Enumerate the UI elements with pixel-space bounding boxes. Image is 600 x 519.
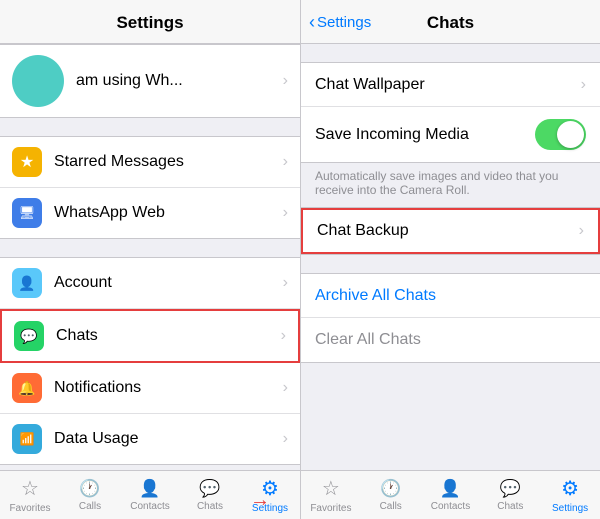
left-title: Settings bbox=[116, 13, 183, 33]
profile-info: am using Wh... bbox=[76, 72, 283, 90]
chat-backup-section: Chat Backup › bbox=[301, 207, 600, 255]
save-media-label: Save Incoming Media bbox=[315, 126, 535, 144]
chats-chevron: › bbox=[281, 327, 286, 345]
settings-group-2: 👤 Account › 💬 Chats › 🔔 Notifications › … bbox=[0, 257, 300, 465]
favorites-label: Favorites bbox=[9, 503, 50, 514]
chats-item[interactable]: 💬 Chats › bbox=[0, 309, 300, 363]
left-tab-bar: ☆ Favorites 🕐 Calls 👤 Contacts 💬 Chats →… bbox=[0, 470, 300, 519]
right-content: Chat Wallpaper › Save Incoming Media Aut… bbox=[301, 44, 600, 470]
data-usage-label: Data Usage bbox=[54, 430, 283, 448]
back-button[interactable]: ‹ Settings bbox=[309, 12, 371, 33]
contacts-icon: 👤 bbox=[139, 479, 160, 499]
whatsapp-web-label: WhatsApp Web bbox=[54, 204, 283, 222]
left-panel: Settings am using Wh... › ★ Starred Mess… bbox=[0, 0, 300, 519]
back-chevron-icon: ‹ bbox=[309, 12, 315, 33]
chat-backup-item[interactable]: Chat Backup › bbox=[301, 208, 600, 254]
clear-all-label: Clear All Chats bbox=[315, 331, 586, 349]
chat-wallpaper-chevron: › bbox=[581, 76, 586, 94]
calls-icon-r: 🕐 bbox=[380, 479, 401, 499]
settings-group-1: ★ Starred Messages › 🖥 WhatsApp Web › bbox=[0, 136, 300, 239]
settings-label-r: Settings bbox=[552, 503, 588, 514]
tab-favorites-left[interactable]: ☆ Favorites bbox=[0, 476, 60, 514]
save-media-toggle[interactable] bbox=[535, 119, 586, 150]
chat-backup-label: Chat Backup bbox=[317, 222, 579, 240]
favorites-label-r: Favorites bbox=[310, 503, 351, 514]
archive-all-item[interactable]: Archive All Chats bbox=[301, 274, 600, 318]
right-group-3: Archive All Chats Clear All Chats bbox=[301, 273, 600, 363]
chats-label: Chats bbox=[56, 327, 281, 345]
calls-icon: 🕐 bbox=[79, 479, 100, 499]
chats-tab-label: Chats bbox=[197, 501, 223, 512]
toggle-knob bbox=[557, 121, 584, 148]
notifications-label: Notifications bbox=[54, 379, 283, 397]
data-usage-chevron: › bbox=[283, 430, 288, 448]
settings-icon-r: ⚙ bbox=[561, 476, 579, 501]
tab-chats-right[interactable]: 💬 Chats bbox=[480, 479, 540, 512]
tab-chats-left[interactable]: 💬 Chats → bbox=[180, 479, 240, 512]
right-tab-bar: ☆ Favorites 🕐 Calls 👤 Contacts 💬 Chats ⚙… bbox=[301, 470, 600, 519]
favorites-icon: ☆ bbox=[21, 476, 39, 501]
account-label: Account bbox=[54, 274, 283, 292]
back-label: Settings bbox=[317, 14, 371, 31]
chats-icon: 💬 bbox=[14, 321, 44, 351]
archive-all-label: Archive All Chats bbox=[315, 287, 586, 305]
chats-tab-icon-r: 💬 bbox=[500, 479, 521, 499]
tab-settings-left[interactable]: ⚙ Settings bbox=[240, 476, 300, 514]
whatsapp-web-item[interactable]: 🖥 WhatsApp Web › bbox=[0, 188, 300, 238]
tab-contacts-right[interactable]: 👤 Contacts bbox=[421, 479, 481, 512]
whatsapp-web-icon: 🖥 bbox=[12, 198, 42, 228]
tab-favorites-right[interactable]: ☆ Favorites bbox=[301, 476, 361, 514]
right-group-2: Chat Backup › bbox=[301, 207, 600, 255]
notifications-icon: 🔔 bbox=[12, 373, 42, 403]
tab-calls-left[interactable]: 🕐 Calls bbox=[60, 479, 120, 512]
settings-list: am using Wh... › ★ Starred Messages › 🖥 … bbox=[0, 44, 300, 470]
clear-all-item[interactable]: Clear All Chats bbox=[301, 318, 600, 362]
right-section-3: Archive All Chats Clear All Chats bbox=[301, 273, 600, 363]
account-item[interactable]: 👤 Account › bbox=[0, 258, 300, 309]
account-chevron: › bbox=[283, 274, 288, 292]
right-header: ‹ Settings Chats bbox=[301, 0, 600, 44]
favorites-icon-r: ☆ bbox=[322, 476, 340, 501]
avatar bbox=[12, 55, 64, 107]
notifications-item[interactable]: 🔔 Notifications › bbox=[0, 363, 300, 414]
profile-status: am using Wh... bbox=[76, 72, 283, 90]
profile-chevron: › bbox=[283, 72, 288, 90]
whatsapp-web-chevron: › bbox=[283, 204, 288, 222]
right-group-1: Chat Wallpaper › Save Incoming Media Aut… bbox=[301, 62, 600, 207]
tab-contacts-left[interactable]: 👤 Contacts bbox=[120, 479, 180, 512]
notifications-chevron: › bbox=[283, 379, 288, 397]
save-media-item[interactable]: Save Incoming Media bbox=[301, 107, 600, 162]
chats-tab-icon: 💬 bbox=[199, 479, 220, 499]
contacts-icon-r: 👤 bbox=[440, 479, 461, 499]
data-usage-icon: 📶 bbox=[12, 424, 42, 454]
starred-chevron: › bbox=[283, 153, 288, 171]
left-header: Settings bbox=[0, 0, 300, 44]
tab-calls-right[interactable]: 🕐 Calls bbox=[361, 479, 421, 512]
chat-backup-chevron: › bbox=[579, 222, 584, 240]
arrow-icon: → bbox=[250, 489, 270, 512]
account-icon: 👤 bbox=[12, 268, 42, 298]
save-media-description: Automatically save images and video that… bbox=[301, 163, 600, 207]
chat-wallpaper-item[interactable]: Chat Wallpaper › bbox=[301, 63, 600, 107]
starred-icon: ★ bbox=[12, 147, 42, 177]
right-section-1: Chat Wallpaper › Save Incoming Media bbox=[301, 62, 600, 163]
contacts-label: Contacts bbox=[130, 501, 169, 512]
starred-messages-item[interactable]: ★ Starred Messages › bbox=[0, 137, 300, 188]
calls-label: Calls bbox=[79, 501, 101, 512]
chat-wallpaper-label: Chat Wallpaper bbox=[315, 76, 581, 94]
starred-label: Starred Messages bbox=[54, 153, 283, 171]
chats-tab-label-r: Chats bbox=[497, 501, 523, 512]
tab-settings-right[interactable]: ⚙ Settings bbox=[540, 476, 600, 514]
right-title: Chats bbox=[427, 13, 474, 33]
profile-item[interactable]: am using Wh... › bbox=[0, 44, 300, 118]
contacts-label-r: Contacts bbox=[431, 501, 470, 512]
right-panel: ‹ Settings Chats Chat Wallpaper › Save I… bbox=[300, 0, 600, 519]
data-usage-item[interactable]: 📶 Data Usage › bbox=[0, 414, 300, 464]
calls-label-r: Calls bbox=[380, 501, 402, 512]
